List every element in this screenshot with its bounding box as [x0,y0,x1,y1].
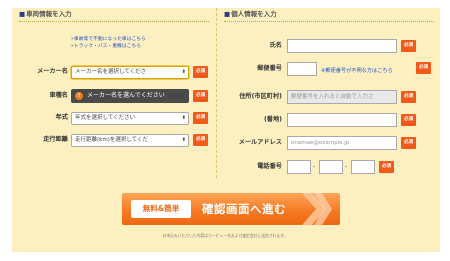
vehicle-heading-rule [19,21,209,22]
postal-required-badge: 必須 [416,62,431,74]
heading-square-icon: ■ [19,10,26,18]
year-label: 年式 [55,114,68,121]
model-select-tooltip[interactable]: ! メーカー名を選んでください [71,89,189,103]
heading-square-icon: ■ [224,10,231,18]
name-input[interactable] [287,39,397,53]
postal-unknown-link[interactable]: ※郵便番号が不明な方はこちら [321,68,393,75]
street-label: (番地) [263,116,282,123]
street-required-badge: 必須 [401,114,416,126]
phone-input-3[interactable] [351,160,375,174]
double-chevron-right-icon [302,193,332,225]
confirm-button[interactable]: 無料&簡単 確認画面へ進む [122,193,340,225]
select-arrow-icon: ⬍ [181,137,186,143]
warning-icon: ! [75,92,83,100]
email-label: メールアドレス [238,139,282,146]
mileage-label: 走行距離 [43,136,68,143]
email-input[interactable]: onamae@example.jp [287,136,397,150]
mileage-select[interactable]: 走行距離(km)を選択してくだ ⬍ [71,134,189,147]
address-input[interactable]: 郵便番号を入れると自動で入力さ [287,90,397,104]
free-easy-badge: 無料&簡単 [131,200,191,218]
street-input[interactable] [287,113,397,127]
personal-heading-rule [224,21,434,22]
name-required-badge: 必須 [401,40,416,52]
year-required-badge: 必須 [193,112,208,124]
phone-separator: - [345,163,348,170]
vehicle-section-heading: ■車両情報を入力 [19,10,72,18]
phone-input-1[interactable] [287,160,311,174]
phone-separator: - [313,163,316,170]
postal-input[interactable] [287,62,317,76]
address-label: 住所(市区町村) [239,93,282,100]
maker-required-badge: 必須 [193,66,208,78]
model-required-badge: 必須 [193,90,208,102]
select-arrow-icon: ⬍ [181,115,186,121]
model-label: 車種名 [49,92,68,99]
select-arrow-icon: ⬍ [181,69,186,75]
name-label: 氏名 [269,42,282,49]
phone-input-2[interactable] [319,160,343,174]
mileage-required-badge: 必須 [193,134,208,146]
phone-required-badge: 必須 [379,161,394,173]
personal-section-heading: ■個人情報を入力 [224,10,277,18]
column-divider [216,8,217,178]
confirm-button-label: 確認画面へ進む [202,202,286,216]
year-select[interactable]: 年式を選択してください ⬍ [71,112,189,125]
postal-label: 郵便番号 [257,65,282,72]
footer-note: お申込みいただいた内容はカーピュー名および査定会社に送信されます。 [162,233,288,238]
accident-car-link[interactable]: »事故等で不動になった車はこちら [71,36,146,43]
phone-label: 電話番号 [257,163,282,170]
truck-bus-link[interactable]: »トラック・バス・重機はこちら [71,43,141,50]
email-required-badge: 必須 [401,137,416,149]
maker-label: メーカー名 [37,68,68,75]
maker-select[interactable]: メーカー名を選択してくださ ⬍ [71,66,189,79]
address-required-badge: 必須 [401,91,416,103]
